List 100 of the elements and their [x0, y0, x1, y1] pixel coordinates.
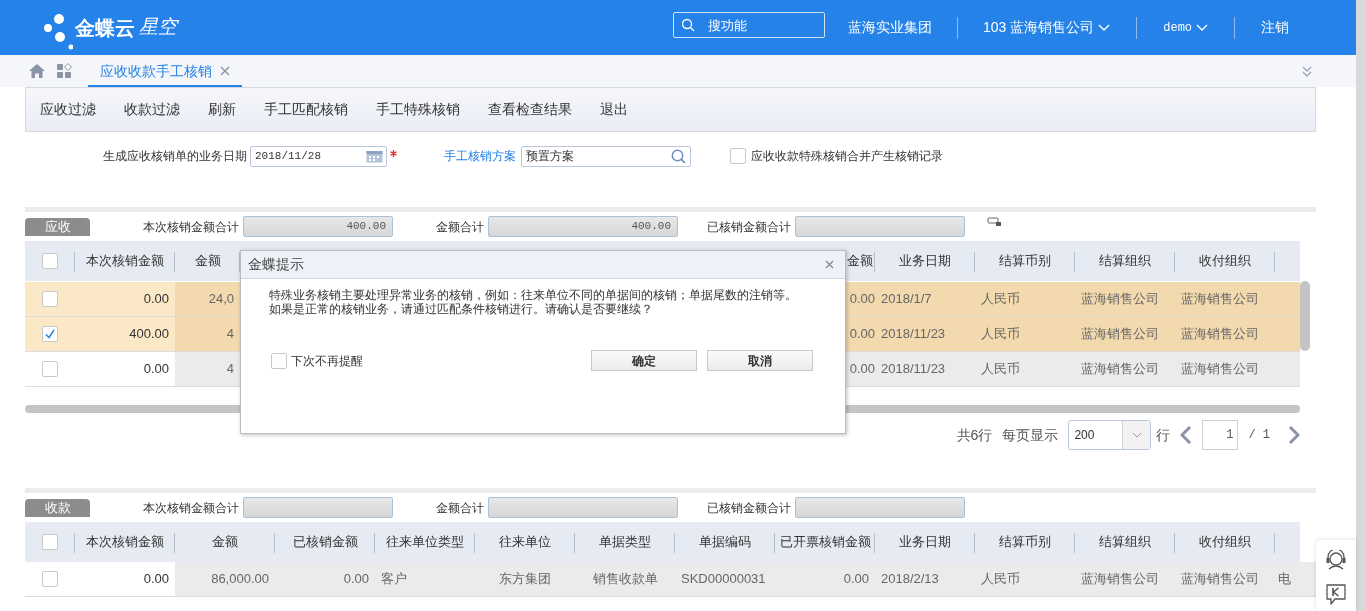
page-count: / 1 [1248, 427, 1270, 444]
table-cell-text: 2018/11/23 [881, 360, 946, 379]
table-settings-icon[interactable] [987, 216, 1003, 227]
column-header: 结算币别 [999, 252, 1051, 271]
column-header: 收付组织 [1199, 252, 1251, 271]
scheme-link[interactable]: 手工核销方案 [444, 147, 516, 165]
table-cell-text: 蓝海销售公司 [1081, 360, 1159, 379]
dialog-title: 金蝶提示 [248, 255, 304, 274]
chat-icon[interactable] [1326, 584, 1346, 605]
column-header: 结算组织 [1099, 252, 1151, 271]
toolbar-button[interactable]: 查看检查结果 [488, 99, 572, 120]
toolbar-button[interactable]: 手工特殊核销 [376, 99, 460, 120]
chevron-down-icon [1098, 23, 1111, 32]
dialog-button[interactable]: 确定 [591, 350, 697, 371]
column-header: 金额 [212, 533, 238, 552]
table-cell-text: 人民币 [981, 325, 1020, 344]
close-icon[interactable] [825, 260, 834, 269]
field-label: 生成应收核销单的业务日期 [103, 148, 247, 165]
summary-field: 400.00 [243, 216, 393, 237]
logo-text: 金蝶云 [75, 15, 135, 41]
table-cell-text: 蓝海销售公司 [1181, 290, 1259, 309]
dialog-button[interactable]: 取消 [707, 350, 813, 371]
summary-label: 已核销金额合计 [707, 218, 791, 236]
customer-service-icon[interactable] [1325, 550, 1347, 570]
checkbox[interactable] [42, 291, 58, 307]
table-cell-text: SKD00000031 [681, 570, 766, 589]
toolbar-button[interactable]: 收款过滤 [124, 99, 180, 120]
summary-label: 金额合计 [436, 218, 484, 236]
table-cell-text: 蓝海销售公司 [1081, 290, 1159, 309]
toolbar-button[interactable]: 应收过滤 [40, 99, 96, 120]
table-cell-text: 0.00 [849, 325, 875, 344]
chevron-down-icon [1131, 432, 1142, 438]
table-cell-text: 蓝海销售公司 [1081, 325, 1159, 344]
table-cell-text: 0.00 [143, 570, 169, 589]
table-cell-text: 人民币 [981, 570, 1020, 589]
scheme-field[interactable]: 预置方案 [521, 145, 691, 167]
previous-page-icon[interactable] [1180, 426, 1193, 444]
toolbar-button[interactable]: 刷新 [208, 99, 236, 120]
date-field[interactable]: 2018/11/28 [250, 145, 387, 167]
column-header: 金额 [194, 252, 221, 271]
column-header: 收付组织 [1199, 533, 1251, 552]
summary-label: 本次核销金额合计 [143, 218, 239, 236]
checkbox[interactable] [42, 361, 58, 377]
column-header: 本次核销金额 [86, 533, 164, 552]
toolbar-button[interactable]: 退出 [600, 99, 628, 120]
table-cell-text: 蓝海销售公司 [1181, 570, 1259, 589]
table-cell-text: 0.00 [143, 360, 169, 379]
toolbar-button[interactable]: 手工匹配核销 [264, 99, 348, 120]
checkbox[interactable] [42, 571, 58, 587]
column-header: 业务日期 [899, 252, 951, 271]
table-cell-text: 2018/2/13 [881, 570, 939, 589]
page-scrollbar[interactable] [1356, 0, 1366, 611]
dialog-message: 如果是正常的核销业务，请通过匹配条件核销进行。请确认是否要继续？ [269, 302, 654, 316]
summary-label: 本次核销金额合计 [143, 499, 239, 517]
logout-link[interactable]: 注销 [1261, 17, 1290, 38]
column-header: 往来单位类型 [386, 533, 464, 552]
table-cell-text: 2018/1/7 [881, 290, 932, 309]
calendar-icon[interactable] [366, 149, 383, 163]
table-row[interactable]: 0.00 86,000.00 0.00 客户 东方集团 销售收款单 SKD00000031 0.00 2018/2/13 人民币 蓝海销售公司 蓝海销售公司 电 [25, 562, 1316, 597]
table-cell-text: 2018/11/23 [881, 325, 946, 344]
next-page-icon[interactable] [1288, 426, 1300, 444]
chevron-down-icon [1196, 23, 1209, 32]
checkbox[interactable] [271, 352, 287, 369]
company-dropdown[interactable]: 103 蓝海销售公司 [983, 17, 1111, 38]
table-cell-text: 0.00 [843, 570, 869, 589]
column-header: 金额 [847, 252, 873, 271]
vertical-scrollbar[interactable] [1300, 281, 1310, 351]
table-cell-text: 24,0 [208, 290, 234, 309]
table-cell-text: 蓝海销售公司 [1181, 325, 1259, 344]
column-header: 本次核销金额 [86, 252, 164, 271]
home-icon[interactable] [28, 63, 46, 79]
logo-icon [43, 12, 73, 51]
column-header: 往来单位 [499, 533, 551, 552]
table-cell-text: 0.00 [143, 290, 169, 309]
search-field[interactable]: 搜功能 [673, 12, 825, 38]
page-number-field[interactable]: 1 [1202, 420, 1239, 450]
table-cell-text: 蓝海销售公司 [1081, 570, 1159, 589]
summary-label: 已核销金额合计 [707, 499, 791, 517]
dialog-message: 特殊业务核销主要处理异常业务的核销，例如：往来单位不同的单据间的核销；单据尾数的注销等。 [269, 288, 798, 302]
checkbox[interactable] [42, 534, 58, 550]
checkbox[interactable] [42, 326, 58, 342]
total-rows: 共6行 [956, 424, 993, 446]
close-icon[interactable] [220, 66, 230, 76]
rows-unit-label: 行 [1156, 425, 1171, 445]
table-cell-text: 86,000.00 [211, 570, 269, 589]
collapse-icon[interactable] [1302, 66, 1312, 78]
apps-icon[interactable] [56, 63, 74, 79]
table-cell-text: 电 [1278, 570, 1291, 589]
page-size-dropdown[interactable]: 200 [1068, 420, 1152, 450]
summary-field: 400.00 [488, 216, 678, 237]
search-icon[interactable] [671, 148, 686, 164]
checkbox[interactable] [730, 148, 746, 164]
table-cell-text: 蓝海销售公司 [1181, 360, 1259, 379]
column-header: 已开票核销金额 [779, 533, 871, 552]
checkbox[interactable] [42, 253, 58, 269]
column-header: 结算组织 [1099, 533, 1151, 552]
table-cell-text: 400.00 [129, 325, 169, 344]
table-cell-text: 客户 [381, 570, 407, 589]
user-dropdown[interactable]: demo [1163, 18, 1209, 37]
table-cell-text: 东方集团 [499, 570, 551, 589]
